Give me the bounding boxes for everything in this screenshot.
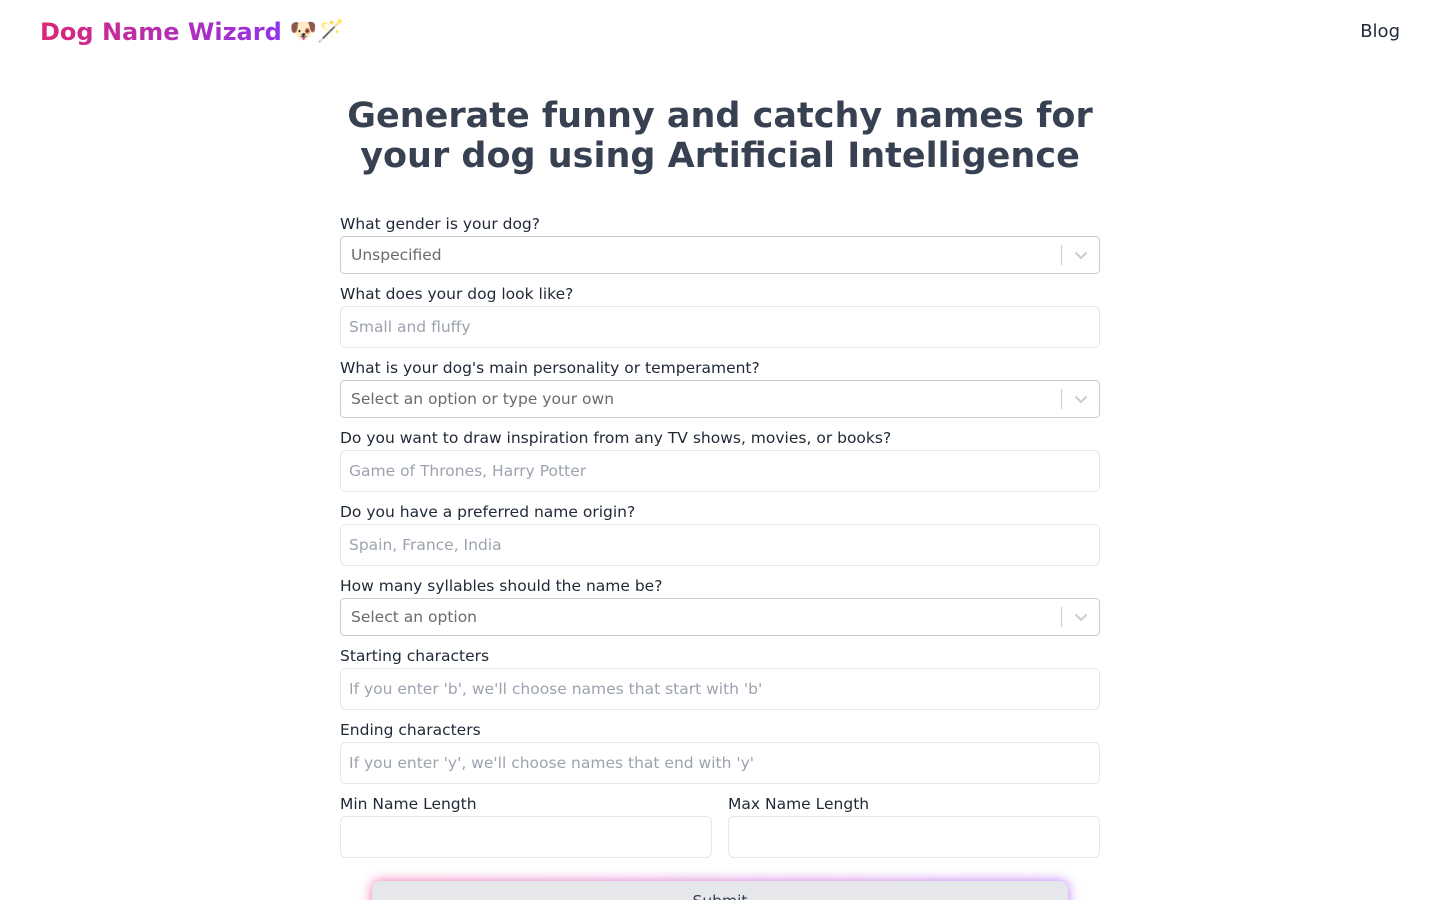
site-logo[interactable]: Dog Name Wizard 🐶🪄 (40, 16, 345, 48)
inspiration-field: Do you want to draw inspiration from any… (340, 426, 1100, 492)
min-length-field: Min Name Length (340, 792, 712, 866)
site-header: Dog Name Wizard 🐶🪄 Blog (0, 0, 1440, 64)
blog-link[interactable]: Blog (1360, 20, 1400, 44)
chevron-down-icon[interactable] (1071, 245, 1091, 265)
chevron-down-icon[interactable] (1071, 607, 1091, 627)
max-length-input[interactable] (728, 816, 1100, 858)
personality-select-placeholder: Select an option or type your own (351, 390, 615, 408)
select-separator (1061, 389, 1062, 409)
page-title: Generate funny and catchy names for your… (340, 96, 1100, 176)
personality-label: What is your dog's main personality or t… (340, 359, 760, 377)
min-length-label: Min Name Length (340, 795, 477, 813)
appearance-field: What does your dog look like? (340, 282, 1100, 348)
dog-name-form: What gender is your dog? Unspecified Wha… (340, 212, 1100, 866)
appearance-input[interactable] (340, 306, 1100, 348)
min-length-input[interactable] (340, 816, 712, 858)
origin-label: Do you have a preferred name origin? (340, 503, 636, 521)
origin-input[interactable] (340, 524, 1100, 566)
ending-chars-label: Ending characters (340, 721, 481, 739)
personality-select[interactable]: Select an option or type your own (340, 380, 1100, 418)
syllables-select[interactable]: Select an option (340, 598, 1100, 636)
select-separator (1061, 607, 1062, 627)
logo-text: Dog Name Wizard (40, 18, 282, 46)
syllables-select-placeholder: Select an option (351, 608, 478, 626)
gender-label: What gender is your dog? (340, 215, 541, 233)
gender-select[interactable]: Unspecified (340, 236, 1100, 274)
dog-wand-emoji-icon: 🐶🪄 (289, 19, 345, 44)
page-title-line-1: Generate funny and catchy names for (347, 96, 1093, 136)
gender-select-value: Unspecified (351, 246, 442, 264)
starting-chars-field: Starting characters (340, 644, 1100, 710)
max-length-field: Max Name Length (728, 792, 1100, 866)
inspiration-input[interactable] (340, 450, 1100, 492)
max-length-label: Max Name Length (728, 795, 870, 813)
syllables-label: How many syllables should the name be? (340, 577, 663, 595)
ending-chars-input[interactable] (340, 742, 1100, 784)
name-length-row: Min Name Length Max Name Length (340, 792, 1100, 866)
starting-chars-input[interactable] (340, 668, 1100, 710)
submit-button[interactable]: Submit (372, 881, 1068, 900)
chevron-down-icon[interactable] (1071, 389, 1091, 409)
origin-field: Do you have a preferred name origin? (340, 500, 1100, 566)
select-separator (1061, 245, 1062, 265)
appearance-label: What does your dog look like? (340, 285, 574, 303)
starting-chars-label: Starting characters (340, 647, 490, 665)
gender-field: What gender is your dog? Unspecified (340, 212, 1100, 274)
ending-chars-field: Ending characters (340, 718, 1100, 784)
personality-field: What is your dog's main personality or t… (340, 356, 1100, 418)
syllables-field: How many syllables should the name be? S… (340, 574, 1100, 636)
inspiration-label: Do you want to draw inspiration from any… (340, 429, 892, 447)
page-title-line-2: your dog using Artificial Intelligence (360, 136, 1080, 176)
